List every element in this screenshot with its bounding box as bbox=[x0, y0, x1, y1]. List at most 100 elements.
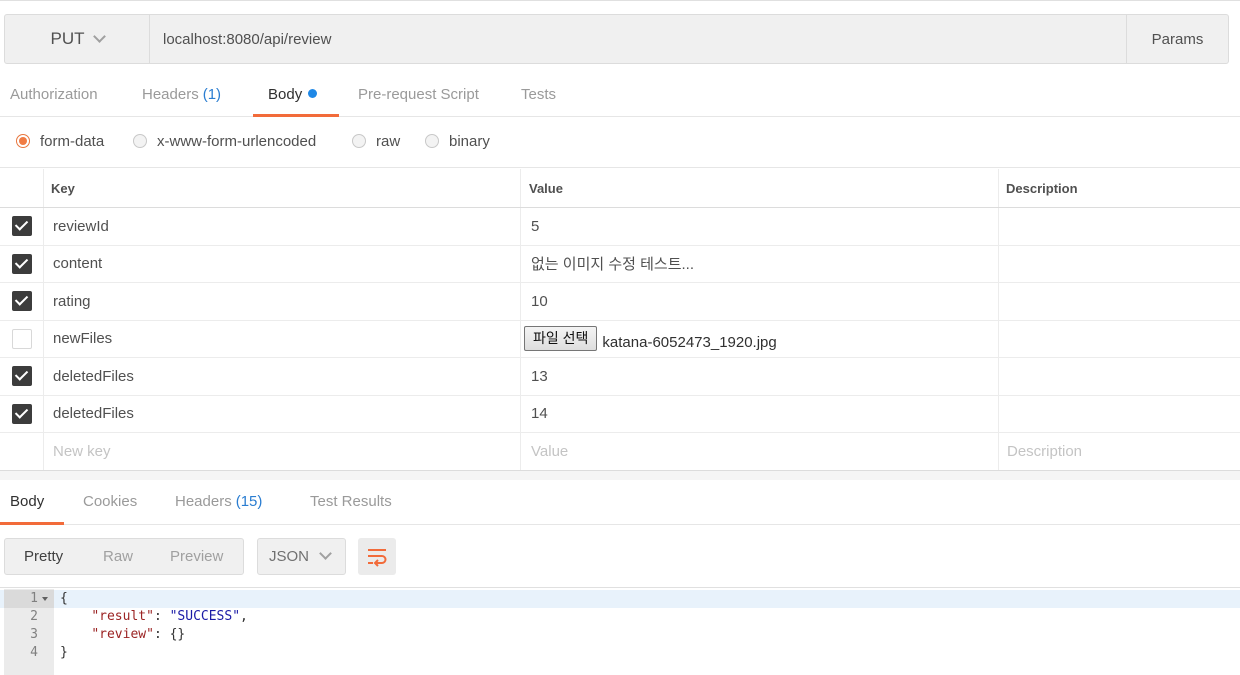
row-check-cell bbox=[0, 320, 44, 357]
tab-cookies[interactable]: Cookies bbox=[83, 481, 137, 523]
url-input[interactable]: localhost:8080/api/review bbox=[150, 15, 1126, 63]
row-check-cell bbox=[0, 208, 44, 245]
key-cell[interactable]: rating bbox=[44, 283, 521, 320]
tab-test-results[interactable]: Test Results bbox=[310, 481, 392, 523]
radio-selected-icon bbox=[16, 134, 30, 148]
tab-headers-label: Headers bbox=[142, 86, 199, 103]
key-cell[interactable]: reviewId bbox=[44, 208, 521, 245]
request-url-bar: PUT localhost:8080/api/review Params bbox=[4, 14, 1229, 64]
tab-response-body[interactable]: Body bbox=[10, 481, 44, 523]
table-row: deletedFiles 14 bbox=[0, 395, 1240, 433]
new-description-input[interactable]: Description bbox=[999, 433, 1240, 471]
pane-divider[interactable] bbox=[0, 470, 1240, 480]
tab-response-body-label: Body bbox=[10, 493, 45, 510]
tab-prerequest-script[interactable]: Pre-request Script bbox=[358, 74, 479, 116]
response-toolbar: Pretty Raw Preview JSON bbox=[0, 526, 1240, 588]
value-cell[interactable]: 13 bbox=[521, 358, 999, 395]
description-cell[interactable] bbox=[999, 358, 1240, 395]
table-row: rating 10 bbox=[0, 283, 1240, 321]
preview-button[interactable]: Preview bbox=[170, 539, 223, 574]
key-cell[interactable]: deletedFiles bbox=[44, 358, 521, 395]
tab-response-headers-label: Headers bbox=[175, 493, 232, 510]
table-row: newFiles 파일 선택 katana-6052473_1920.jpg bbox=[0, 320, 1240, 358]
code-line: 4 } bbox=[0, 644, 1240, 662]
table-row: reviewId 5 bbox=[0, 208, 1240, 246]
radio-binary[interactable]: binary bbox=[425, 130, 490, 152]
description-cell[interactable] bbox=[999, 283, 1240, 320]
form-data-table: Key Value Description reviewId 5 content… bbox=[0, 169, 1240, 471]
value-cell[interactable]: 14 bbox=[521, 395, 999, 432]
row-check-cell bbox=[0, 358, 44, 395]
code-text: { bbox=[60, 591, 68, 606]
tab-authorization[interactable]: Authorization bbox=[10, 74, 98, 116]
checkbox-checked-icon[interactable] bbox=[11, 366, 32, 387]
params-button[interactable]: Params bbox=[1126, 15, 1228, 63]
format-select[interactable]: JSON bbox=[257, 538, 346, 575]
line-number: 4 bbox=[30, 645, 38, 660]
active-tab-indicator bbox=[0, 522, 64, 525]
checkbox-checked-icon[interactable] bbox=[11, 291, 32, 312]
wrap-lines-icon bbox=[368, 548, 387, 567]
file-name: katana-6052473_1920.jpg bbox=[602, 334, 777, 352]
description-cell[interactable] bbox=[999, 396, 1240, 433]
radio-urlencoded-label: x-www-form-urlencoded bbox=[157, 132, 317, 150]
top-border bbox=[0, 0, 1240, 3]
row-check-cell bbox=[0, 433, 44, 471]
choose-file-button[interactable]: 파일 선택 bbox=[524, 326, 598, 352]
column-header-description: Description bbox=[1006, 180, 1078, 196]
tab-prerequest-label: Pre-request Script bbox=[358, 86, 479, 103]
headers-count-badge: (1) bbox=[202, 86, 222, 103]
pretty-button[interactable]: Pretty bbox=[24, 539, 63, 574]
tab-cookies-label: Cookies bbox=[83, 493, 138, 510]
value-cell[interactable]: 10 bbox=[521, 283, 999, 320]
new-key-input[interactable]: New key bbox=[44, 433, 521, 471]
tab-headers[interactable]: Headers (1) bbox=[142, 74, 221, 116]
tab-body-label: Body bbox=[268, 86, 303, 103]
table-row: deletedFiles 13 bbox=[0, 358, 1240, 396]
code-line: 3 "review": {} bbox=[0, 626, 1240, 644]
new-row: New key Value Description bbox=[0, 433, 1240, 471]
checkbox-checked-icon[interactable] bbox=[11, 216, 32, 237]
key-cell[interactable]: content bbox=[44, 245, 521, 282]
checkbox-unchecked-icon[interactable] bbox=[11, 328, 32, 349]
modified-dot-icon bbox=[308, 89, 318, 98]
radio-raw[interactable]: raw bbox=[352, 130, 400, 152]
value-cell[interactable]: 5 bbox=[521, 208, 999, 245]
fold-arrow-icon[interactable] bbox=[42, 597, 48, 601]
radio-urlencoded[interactable]: x-www-form-urlencoded bbox=[133, 130, 316, 152]
table-header-row: Key Value Description bbox=[0, 169, 1240, 208]
radio-form-data-label: form-data bbox=[40, 132, 105, 150]
value-cell[interactable]: 없는 이미지 수정 테스트... bbox=[521, 245, 999, 282]
description-cell[interactable] bbox=[999, 208, 1240, 245]
tab-response-headers[interactable]: Headers (15) bbox=[175, 481, 262, 523]
json-object: {} bbox=[169, 627, 186, 642]
radio-raw-label: raw bbox=[376, 132, 401, 150]
json-colon: : bbox=[153, 609, 170, 624]
json-key: "review" bbox=[91, 627, 154, 642]
radio-form-data[interactable]: form-data bbox=[16, 130, 104, 152]
code-text: "result": "SUCCESS", bbox=[60, 608, 248, 626]
checkbox-checked-icon[interactable] bbox=[11, 403, 32, 424]
key-cell[interactable]: newFiles bbox=[44, 320, 521, 357]
method-label: PUT bbox=[50, 29, 85, 48]
line-number: 2 bbox=[30, 609, 38, 624]
tab-body[interactable]: Body bbox=[268, 74, 318, 116]
body-type-radios: form-data x-www-form-urlencoded raw bina… bbox=[0, 118, 1240, 168]
description-cell[interactable] bbox=[999, 246, 1240, 283]
description-cell[interactable] bbox=[999, 321, 1240, 358]
checkbox-checked-icon[interactable] bbox=[11, 253, 32, 274]
wrap-lines-button[interactable] bbox=[358, 538, 396, 575]
key-cell[interactable]: deletedFiles bbox=[44, 395, 521, 432]
response-body-editor[interactable]: 1 { 2 "result": "SUCCESS", 3 "review": {… bbox=[0, 589, 1240, 675]
view-mode-group: Pretty Raw Preview bbox=[4, 538, 244, 575]
code-text: "review": {} bbox=[60, 626, 185, 644]
json-comma: , bbox=[240, 609, 248, 624]
new-value-input[interactable]: Value bbox=[521, 433, 999, 471]
response-tabs: Body Cookies Headers (15) Test Results bbox=[0, 481, 1240, 525]
radio-unselected-icon bbox=[133, 134, 147, 148]
raw-button[interactable]: Raw bbox=[103, 539, 133, 574]
column-header-value: Value bbox=[521, 169, 999, 207]
tab-tests[interactable]: Tests bbox=[521, 74, 556, 116]
json-string: "SUCCESS" bbox=[169, 609, 241, 624]
method-select[interactable]: PUT bbox=[5, 15, 150, 63]
